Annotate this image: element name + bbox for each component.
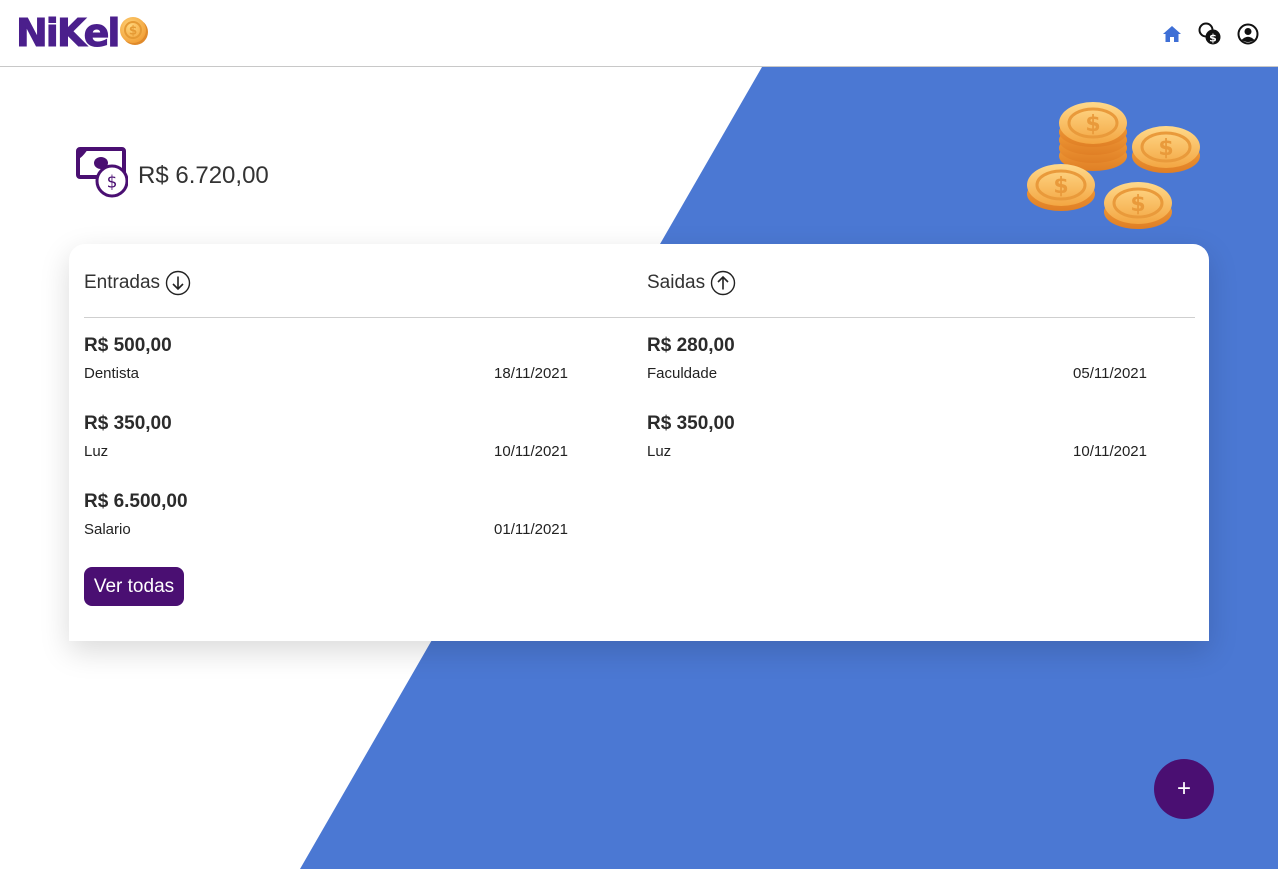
- expense-amount: R$ 280,00: [647, 335, 735, 356]
- expense-item: R$ 280,00 Faculdade 05/11/2021: [647, 335, 1147, 395]
- logo-text: NiKel: [15, 11, 120, 55]
- logo[interactable]: NiKel $: [15, 10, 149, 56]
- income-date: 18/11/2021: [494, 365, 568, 382]
- svg-text:$: $: [1085, 112, 1100, 137]
- money-icon: $: [76, 146, 129, 205]
- balance: $ R$ 6.720,00: [76, 146, 269, 205]
- svg-text:$: $: [1158, 136, 1173, 161]
- svg-text:$: $: [107, 173, 118, 193]
- arrow-up-circle-icon: [710, 270, 736, 296]
- expense-item: R$ 350,00 Luz 10/11/2021: [647, 413, 1147, 473]
- income-amount: R$ 350,00: [84, 413, 172, 434]
- income-amount: R$ 500,00: [84, 335, 172, 356]
- svg-text:$: $: [1130, 192, 1145, 217]
- home-icon[interactable]: [1160, 22, 1184, 46]
- nav-icons: $: [1160, 20, 1260, 48]
- income-header: Entradas: [84, 270, 191, 296]
- divider: [84, 317, 1195, 318]
- profile-icon[interactable]: [1236, 22, 1260, 46]
- income-item: R$ 350,00 Luz 10/11/2021: [84, 413, 584, 473]
- balance-value: R$ 6.720,00: [138, 161, 269, 189]
- transactions-card: Entradas R$ 500,00 Dentista 18/11/2021 R…: [69, 244, 1209, 641]
- transactions-icon[interactable]: $: [1198, 22, 1222, 46]
- svg-text:$: $: [129, 23, 137, 37]
- coin-icon: $: [119, 16, 149, 51]
- income-description: Luz: [84, 443, 109, 460]
- expense-description: Luz: [647, 443, 672, 460]
- income-date: 10/11/2021: [494, 443, 568, 460]
- view-all-button[interactable]: Ver todas: [84, 567, 184, 606]
- expense-amount: R$ 350,00: [647, 413, 735, 434]
- add-transaction-button[interactable]: +: [1154, 759, 1214, 819]
- expense-date: 10/11/2021: [1073, 443, 1147, 460]
- income-date: 01/11/2021: [494, 521, 568, 538]
- expenses-header: Saidas: [647, 270, 736, 296]
- arrow-down-circle-icon: [165, 270, 191, 296]
- income-title: Entradas: [84, 272, 161, 293]
- expense-description: Faculdade: [647, 365, 718, 382]
- income-amount: R$ 6.500,00: [84, 491, 188, 512]
- coins-illustration: $ $ $ $: [1022, 96, 1204, 237]
- svg-text:$: $: [1209, 32, 1217, 45]
- svg-text:$: $: [1053, 174, 1068, 199]
- income-item: R$ 500,00 Dentista 18/11/2021: [84, 335, 584, 395]
- expense-date: 05/11/2021: [1073, 365, 1147, 382]
- income-description: Salario: [84, 521, 131, 538]
- income-description: Dentista: [84, 365, 140, 382]
- navbar: NiKel $ $: [0, 0, 1278, 67]
- expenses-title: Saidas: [647, 272, 706, 293]
- income-item: R$ 6.500,00 Salario 01/11/2021: [84, 491, 584, 551]
